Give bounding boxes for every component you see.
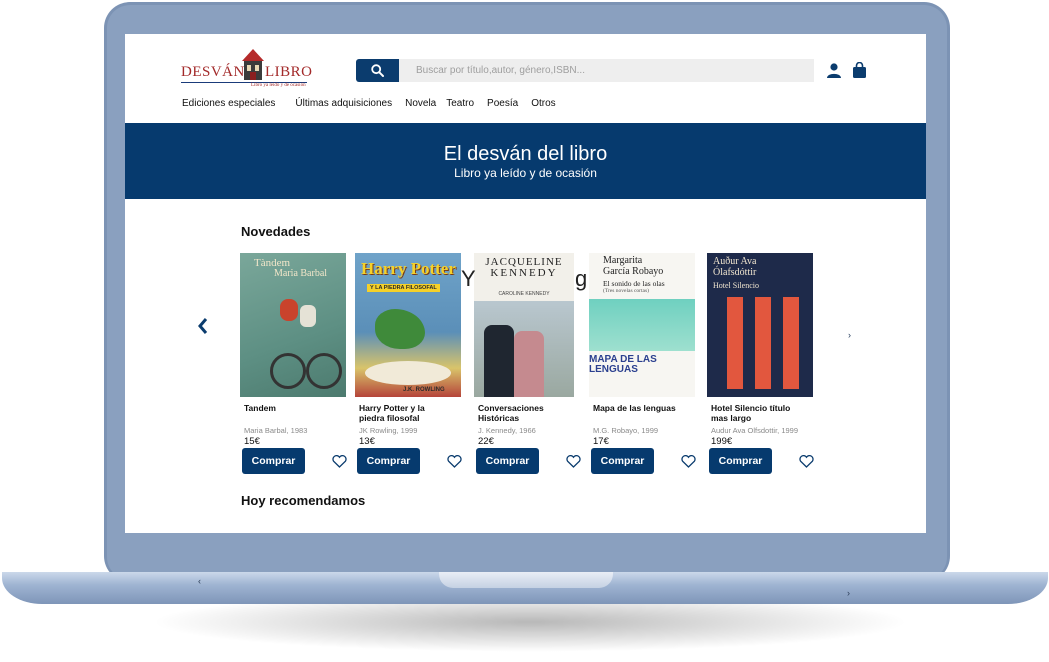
- book-cover[interactable]: Harry Potter Y LA PIEDRA FILOSOFAL J.K. …: [355, 253, 461, 397]
- search-input[interactable]: [399, 59, 814, 82]
- cover-text: García Robayo: [603, 266, 664, 277]
- stray-letter: g: [575, 266, 588, 291]
- cover-text: CAROLINE KENNEDY: [498, 291, 550, 297]
- heart-icon[interactable]: [566, 455, 581, 468]
- heart-icon[interactable]: [447, 455, 462, 468]
- book-price: 15€: [244, 436, 260, 447]
- nav-teatro[interactable]: Teatro: [446, 98, 474, 109]
- logo-word-left: DESVÁN: [181, 64, 245, 80]
- book-author: M.G. Robayo, 1999: [593, 426, 659, 435]
- banner-title: El desván del libro: [443, 143, 608, 165]
- site-logo[interactable]: DESVÁN LIBRO Libro ya leído y de ocasión: [181, 48, 312, 90]
- book-author: Audur Ava Olfsdottir, 1999: [711, 426, 799, 435]
- buy-button[interactable]: Comprar: [709, 448, 772, 474]
- house-icon: [242, 49, 264, 80]
- book-cover[interactable]: JACQUELINE KENNEDY CAROLINE KENNEDY: [474, 253, 574, 397]
- cover-figure: [375, 309, 425, 349]
- section-title-novedades: Novedades: [241, 224, 311, 239]
- book-title[interactable]: Hotel Silencio título mas largo: [711, 403, 801, 423]
- book-price: 22€: [478, 436, 494, 447]
- cover-figure: [484, 325, 514, 397]
- chevron-left-icon: ‹: [198, 576, 201, 586]
- search-button[interactable]: [356, 59, 399, 82]
- cover-text: LENGUAS: [589, 364, 638, 375]
- book-price: 17€: [593, 436, 609, 447]
- cover-wheel: [270, 353, 306, 389]
- book-cover[interactable]: Margarita García Robayo El sonido de las…: [589, 253, 695, 397]
- cover-text: Harry Potter: [361, 259, 456, 278]
- cover-text: Auður Ava: [713, 256, 757, 267]
- cover-text: J.K. ROWLING: [403, 387, 445, 393]
- nav-poesia[interactable]: Poesía: [487, 98, 518, 109]
- cover-figure: [514, 331, 544, 397]
- nav-ultimas-adquisiciones[interactable]: Últimas adquisiciones: [295, 98, 392, 109]
- main-nav: Ediciones especiales Últimas adquisicion…: [182, 98, 569, 109]
- browser-screen: DESVÁN LIBRO Libro ya leído y de ocasión…: [125, 34, 926, 533]
- chevron-left-icon[interactable]: [197, 317, 209, 335]
- cover-wheel: [306, 353, 342, 389]
- buy-button[interactable]: Comprar: [357, 448, 420, 474]
- heart-icon[interactable]: [799, 455, 814, 468]
- nav-otros[interactable]: Otros: [531, 98, 555, 109]
- book-title[interactable]: Tandem: [244, 403, 334, 413]
- cover-text: El sonido de las olas: [603, 279, 665, 288]
- book-card: JACQUELINE KENNEDY CAROLINE KENNEDY Conv…: [474, 253, 584, 483]
- cover-text: Margarita: [603, 255, 643, 266]
- cover-text: Maria Barbal: [274, 268, 328, 279]
- laptop-notch: [439, 572, 613, 588]
- book-author: JK Rowling, 1999: [359, 426, 418, 435]
- buy-button[interactable]: Comprar: [591, 448, 654, 474]
- buy-button[interactable]: Comprar: [242, 448, 305, 474]
- book-cover[interactable]: Tàndem Maria Barbal: [240, 253, 346, 397]
- search-icon: [371, 64, 384, 77]
- book-price: 13€: [359, 436, 375, 447]
- nav-ediciones-especiales[interactable]: Ediciones especiales: [182, 98, 275, 109]
- heart-icon[interactable]: [681, 455, 696, 468]
- book-price: 199€: [711, 436, 733, 447]
- book-title[interactable]: Mapa de las lenguas: [593, 403, 683, 413]
- logo-tagline: Libro ya leído y de ocasión: [251, 83, 306, 88]
- book-title[interactable]: Conversaciones Históricas: [478, 403, 568, 423]
- heart-icon[interactable]: [332, 455, 347, 468]
- stray-letter: Y: [461, 266, 476, 291]
- book-card: Margarita García Robayo El sonido de las…: [589, 253, 699, 483]
- chevron-right-icon[interactable]: ›: [848, 330, 851, 340]
- cover-text: Hotel Silencio: [713, 281, 759, 290]
- book-title[interactable]: Harry Potter y la piedra filosofal: [359, 403, 449, 423]
- user-icon[interactable]: [826, 63, 842, 78]
- chevron-right-icon: ›: [847, 588, 850, 598]
- cover-figure: [365, 361, 451, 385]
- cover-text: Ólafsdóttir: [713, 267, 757, 278]
- section-title-recomendamos: Hoy recomendamos: [241, 493, 366, 508]
- book-author: J. Kennedy, 1966: [478, 426, 536, 435]
- banner-subtitle: Libro ya leído y de ocasión: [454, 166, 597, 180]
- nav-novela[interactable]: Novela: [405, 98, 436, 109]
- cover-windows: [727, 297, 799, 389]
- cover-figure: [280, 299, 298, 321]
- cover-text: KENNEDY: [490, 267, 558, 279]
- book-cover[interactable]: Auður Ava Ólafsdóttir Hotel Silencio: [707, 253, 813, 397]
- buy-button[interactable]: Comprar: [476, 448, 539, 474]
- hero-banner: El desván del libro Libro ya leído y de …: [125, 123, 926, 199]
- book-card: Harry Potter Y LA PIEDRA FILOSOFAL J.K. …: [355, 253, 465, 483]
- cover-figure: [300, 305, 316, 327]
- cover-text: Y LA PIEDRA FILOSOFAL: [367, 284, 440, 292]
- book-card: Tàndem Maria Barbal Tandem Maria Barbal,…: [240, 253, 350, 483]
- book-author: Maria Barbal, 1983: [244, 426, 308, 435]
- book-card: Auður Ava Ólafsdóttir Hotel Silencio Hot…: [707, 253, 817, 483]
- cover-text: (Tres novelas cortas): [603, 288, 649, 294]
- logo-word-right: LIBRO: [265, 64, 313, 80]
- shopping-bag-icon[interactable]: [852, 62, 867, 78]
